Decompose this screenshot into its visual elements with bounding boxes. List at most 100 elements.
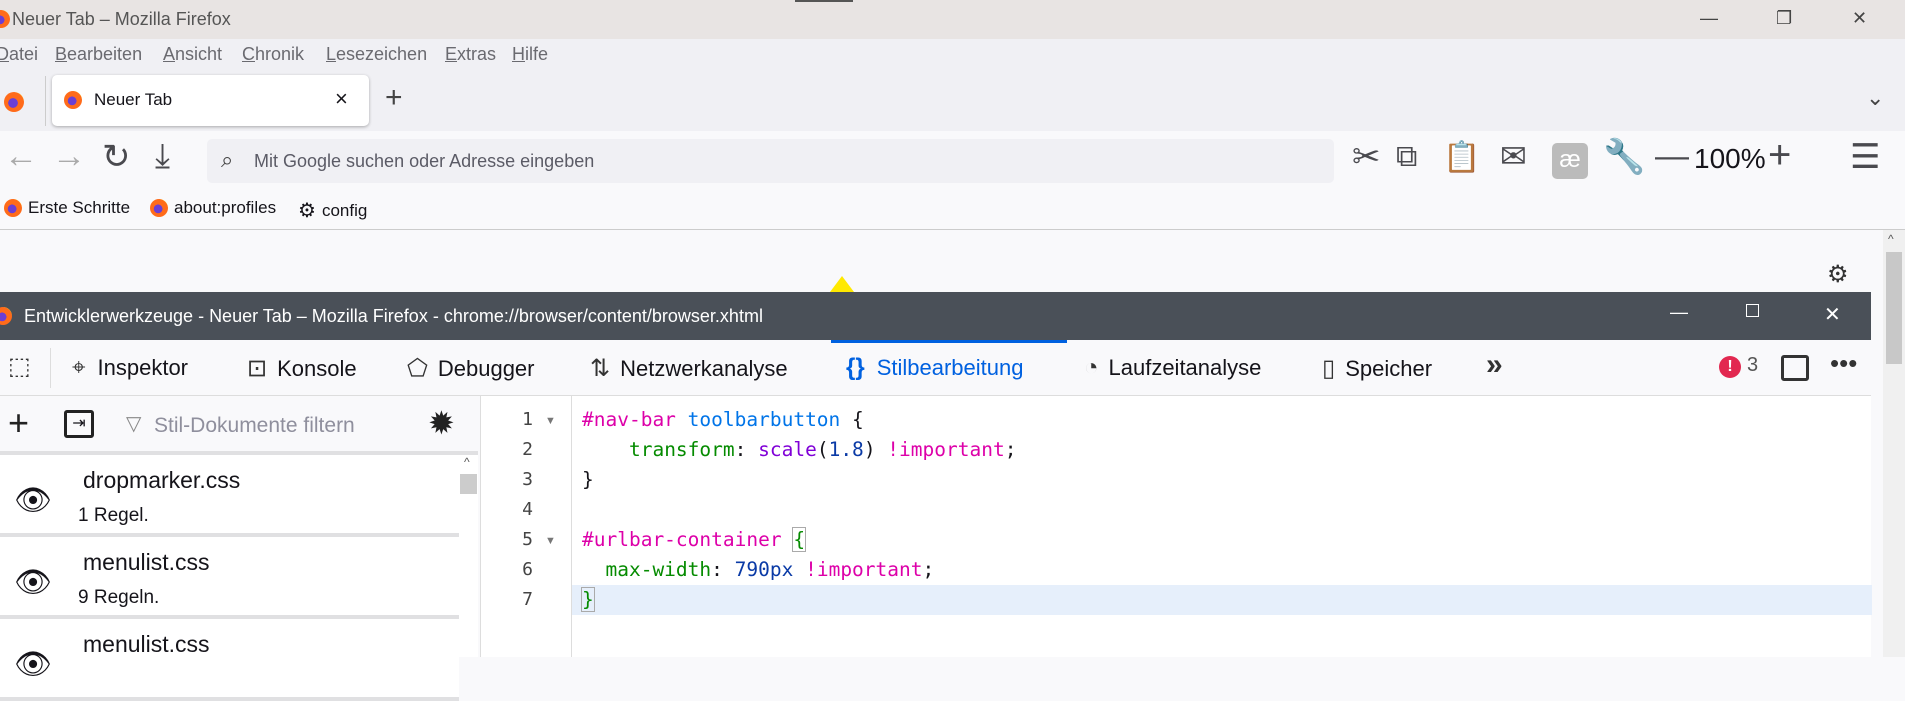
filter-icon: ▽ bbox=[126, 413, 142, 435]
reload-icon[interactable]: ↻ bbox=[102, 137, 131, 177]
ae-character-icon[interactable]: æ bbox=[1552, 143, 1588, 179]
error-count[interactable]: 3 bbox=[1747, 354, 1758, 377]
scrollbar-thumb[interactable] bbox=[1886, 252, 1902, 364]
menu-ansicht[interactable]: Ansicht bbox=[163, 44, 222, 65]
wrench-icon[interactable]: 🔧 bbox=[1603, 137, 1645, 177]
stylesheet-rule-count: 1 Regel. bbox=[78, 505, 149, 526]
scroll-up-icon[interactable]: ^ bbox=[464, 455, 470, 469]
list-item-stylesheet[interactable]: 👁 dropmarker.css 1 Regel. bbox=[0, 455, 459, 537]
close-button[interactable]: ✕ bbox=[1824, 302, 1841, 327]
bookmark-about-profiles[interactable]: about:profiles bbox=[150, 198, 276, 218]
eye-icon[interactable]: 👁 bbox=[14, 647, 52, 682]
hamburger-menu-icon[interactable]: ☰ bbox=[1850, 137, 1880, 177]
fold-arrow-icon[interactable]: ▼ bbox=[545, 535, 556, 547]
restore-button[interactable]: ❐ bbox=[1776, 8, 1792, 29]
url-input[interactable]: Mit Google suchen oder Adresse eingeben bbox=[254, 151, 594, 172]
close-button[interactable]: ✕ bbox=[1852, 8, 1867, 29]
window-title: Neuer Tab – Mozilla Firefox bbox=[12, 9, 231, 29]
css-editor[interactable]: 1 ▼ 2 3 4 5 ▼ 6 7 #nav-bar toolbarbutton… bbox=[480, 396, 1872, 657]
tab-label: Netzwerkanalyse bbox=[620, 355, 788, 381]
firefox-icon bbox=[150, 199, 168, 217]
tab-debugger[interactable]: ⬠ Debugger bbox=[407, 354, 535, 383]
more-options-icon[interactable]: ••• bbox=[1830, 348, 1857, 379]
maximize-button[interactable] bbox=[1746, 304, 1759, 317]
code-line[interactable]: } bbox=[581, 585, 595, 615]
fold-arrow-icon[interactable]: ▼ bbox=[545, 415, 556, 427]
zoom-in-icon[interactable]: + bbox=[1768, 133, 1791, 178]
tab-label: Inspektor bbox=[97, 355, 189, 380]
sidebar-scrollbar[interactable]: ^ bbox=[459, 455, 478, 657]
list-item-stylesheet[interactable]: 👁 menulist.css bbox=[0, 619, 459, 701]
tab-stilbearbeitung[interactable]: {} Stilbearbeitung bbox=[846, 354, 1023, 382]
back-arrow-icon[interactable]: ← bbox=[4, 137, 38, 176]
code-line[interactable]: #nav-bar toolbarbutton { bbox=[582, 405, 864, 435]
paste-clipboard-icon[interactable]: 📋 bbox=[1443, 140, 1480, 175]
eye-icon[interactable]: 👁 bbox=[14, 483, 52, 518]
more-tools-chevrons-icon[interactable]: » bbox=[1486, 348, 1503, 382]
minimize-button[interactable]: — bbox=[1700, 8, 1718, 29]
minimize-button[interactable]: — bbox=[1670, 302, 1688, 323]
new-tab-button[interactable]: + bbox=[385, 81, 403, 115]
gear-icon[interactable]: ⚙ bbox=[1827, 260, 1849, 289]
settings-gear-icon[interactable]: ✹ bbox=[428, 404, 455, 442]
bookmark-config[interactable]: ⚙ config bbox=[298, 198, 367, 223]
menu-datei[interactable]: Datei bbox=[0, 44, 38, 65]
menu-hilfe[interactable]: Hilfe bbox=[512, 44, 548, 65]
mail-icon[interactable]: ✉ bbox=[1500, 137, 1527, 175]
scroll-up-icon[interactable]: ^ bbox=[1888, 232, 1894, 246]
page-scrollbar[interactable]: ^ bbox=[1883, 230, 1905, 657]
menu-bearbeiten[interactable]: Bearbeiten bbox=[55, 44, 142, 65]
zoom-level[interactable]: 100% bbox=[1694, 143, 1766, 175]
code-line[interactable]: transform: scale(1.8) !important; bbox=[582, 435, 1016, 465]
list-tabs-chevron-down-icon[interactable]: ⌄ bbox=[1866, 85, 1884, 111]
zoom-out-icon[interactable]: — bbox=[1655, 137, 1689, 176]
element-picker-icon[interactable]: ⬚ bbox=[8, 352, 31, 381]
tab-netzwerkanalyse[interactable]: ⇅ Netzwerkanalyse bbox=[590, 354, 788, 383]
line-number: 2 bbox=[522, 439, 533, 460]
menu-chronik[interactable]: Chronik bbox=[242, 44, 304, 65]
line-number: 4 bbox=[522, 499, 533, 520]
console-icon: ⊡ bbox=[247, 355, 268, 382]
download-icon[interactable]: ⤓ bbox=[155, 137, 170, 176]
firefox-icon bbox=[64, 91, 82, 109]
url-bar[interactable]: ⌕ Mit Google suchen oder Adresse eingebe… bbox=[207, 139, 1334, 183]
splitter-triangle-icon bbox=[830, 276, 854, 292]
scrollbar-thumb[interactable] bbox=[460, 474, 477, 494]
copy-icon[interactable]: ⧉ bbox=[1396, 140, 1417, 174]
active-line-highlight bbox=[572, 585, 1872, 615]
bookmark-erste-schritte[interactable]: Erste Schritte bbox=[4, 198, 130, 218]
firefox-icon bbox=[4, 199, 22, 217]
list-item-stylesheet[interactable]: 👁 menulist.css 9 Regeln. bbox=[0, 537, 459, 619]
menu-lesezeichen[interactable]: Lesezeichen bbox=[326, 44, 427, 65]
drag-indicator bbox=[795, 0, 853, 2]
tab-laufzeitanalyse[interactable]: ◔ Laufzeitanalyse bbox=[1084, 354, 1261, 382]
tab-neuer-tab[interactable]: Neuer Tab × bbox=[52, 75, 369, 126]
tab-inspektor[interactable]: ⌖ Inspektor bbox=[72, 354, 188, 382]
stylesheet-name: menulist.css bbox=[83, 549, 210, 575]
tab-speicher[interactable]: ▯ Speicher bbox=[1322, 354, 1432, 383]
forward-arrow-icon[interactable]: → bbox=[52, 137, 86, 176]
active-tab-indicator bbox=[831, 340, 1067, 343]
menubar: Datei Bearbeiten Ansicht Chronik Lesezei… bbox=[0, 39, 1905, 73]
devtools-toolbar: ⬚ ⌖ Inspektor ⊡ Konsole ⬠ Debugger ⇅ Netzwer… bbox=[0, 340, 1871, 396]
code-line[interactable]: #urlbar-container { bbox=[582, 525, 807, 555]
eye-icon[interactable]: 👁 bbox=[14, 565, 52, 600]
firefox-icon bbox=[0, 10, 10, 28]
dock-layout-icon[interactable] bbox=[1781, 355, 1809, 381]
stylesheet-name: dropmarker.css bbox=[83, 467, 241, 493]
import-icon[interactable]: ⇥ bbox=[64, 410, 94, 438]
bookmark-label: config bbox=[321, 200, 368, 220]
scissors-icon[interactable]: ✂ bbox=[1352, 137, 1381, 177]
filter-input[interactable]: Stil-Dokumente filtern bbox=[154, 414, 355, 438]
tab-close-icon[interactable]: × bbox=[335, 86, 348, 112]
error-icon[interactable]: ! bbox=[1719, 356, 1741, 378]
code-line[interactable]: max-width: 790px !important; bbox=[582, 555, 934, 585]
divider bbox=[45, 76, 46, 126]
line-number: 5 bbox=[522, 529, 533, 550]
code-line[interactable]: } bbox=[582, 465, 594, 495]
tab-bar: Neuer Tab × + ⌄ bbox=[0, 73, 1905, 131]
new-stylesheet-plus-icon[interactable]: + bbox=[8, 402, 29, 444]
tab-konsole[interactable]: ⊡ Konsole bbox=[247, 354, 357, 383]
firefox-view-icon[interactable] bbox=[4, 92, 24, 112]
menu-extras[interactable]: Extras bbox=[445, 44, 496, 65]
